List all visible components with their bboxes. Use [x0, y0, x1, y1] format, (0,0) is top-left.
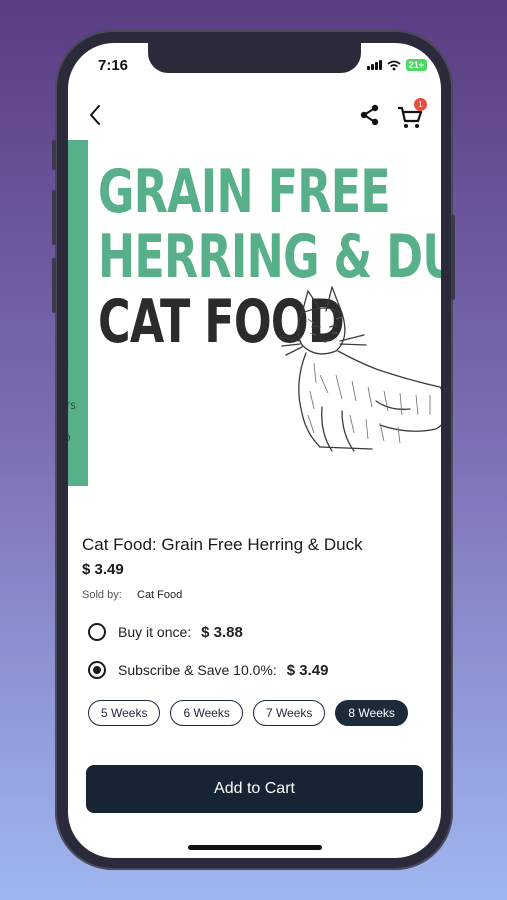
purchase-option-subscribe[interactable]: Subscribe & Save 10.0%: $ 3.49: [88, 658, 328, 682]
cat-illustration: [280, 286, 441, 452]
purchase-option-label: Subscribe & Save 10.0%:: [118, 662, 277, 678]
share-button[interactable]: [355, 100, 385, 130]
status-icons: 21+: [366, 59, 427, 71]
product-title: Cat Food: Grain Free Herring & Duck: [82, 535, 363, 554]
purchase-option-price: $ 3.88: [201, 623, 243, 641]
phone-volume-down-button: [52, 258, 56, 313]
phone-volume-up-button: [52, 190, 56, 245]
share-icon: [360, 104, 379, 126]
frequency-option[interactable]: 5 Weeks: [88, 700, 161, 726]
phone-power-button: [451, 215, 455, 300]
frequency-option-selected[interactable]: 8 Weeks: [335, 700, 408, 726]
hero-side-text: :: [68, 360, 70, 370]
status-time: 7:16: [98, 57, 129, 74]
delivery-frequency-selector: 5 Weeks 6 Weeks 7 Weeks 8 Weeks: [88, 700, 408, 726]
hero-side-text: 0: [68, 434, 70, 444]
purchase-option-label: Buy it once:: [118, 624, 192, 640]
back-button[interactable]: [82, 100, 112, 130]
cart-count-badge: 1: [414, 98, 427, 111]
signal-icon: [366, 60, 382, 70]
cart-button[interactable]: 1: [395, 98, 429, 130]
product-image: : TS 0 GRAIN FREE HERRING & DUCK CAT FOO…: [68, 140, 441, 486]
hero-accent-bar: : TS 0: [68, 140, 88, 486]
sold-by-label: Sold by:: [82, 589, 122, 601]
frequency-option[interactable]: 7 Weeks: [252, 700, 326, 726]
product-price: $ 3.49: [82, 561, 124, 578]
battery-icon: 21+: [405, 59, 427, 71]
hero-headline-line2: HERRING & DUCK: [98, 222, 441, 292]
radio-button[interactable]: [88, 623, 106, 641]
phone-side-button: [52, 140, 56, 170]
chevron-left-icon: [90, 105, 100, 125]
purchase-option-price: $ 3.49: [286, 661, 329, 679]
radio-button-selected[interactable]: [88, 661, 106, 679]
home-indicator[interactable]: [188, 845, 322, 850]
app-screen: 7:16 21+ 1 S GRAIN FREE HERRING & D CAT …: [68, 43, 441, 858]
sold-by-value: Cat Food: [137, 589, 183, 601]
frequency-option[interactable]: 6 Weeks: [170, 700, 243, 726]
navbar: 1: [68, 95, 441, 139]
purchase-option-once[interactable]: Buy it once: $ 3.88: [88, 620, 243, 644]
wifi-icon: [387, 60, 401, 70]
hero-headline-line1: GRAIN FREE: [98, 157, 391, 227]
notch: [148, 43, 361, 73]
add-to-cart-button[interactable]: Add to Cart: [86, 765, 423, 813]
hero-side-text: TS: [68, 402, 76, 412]
